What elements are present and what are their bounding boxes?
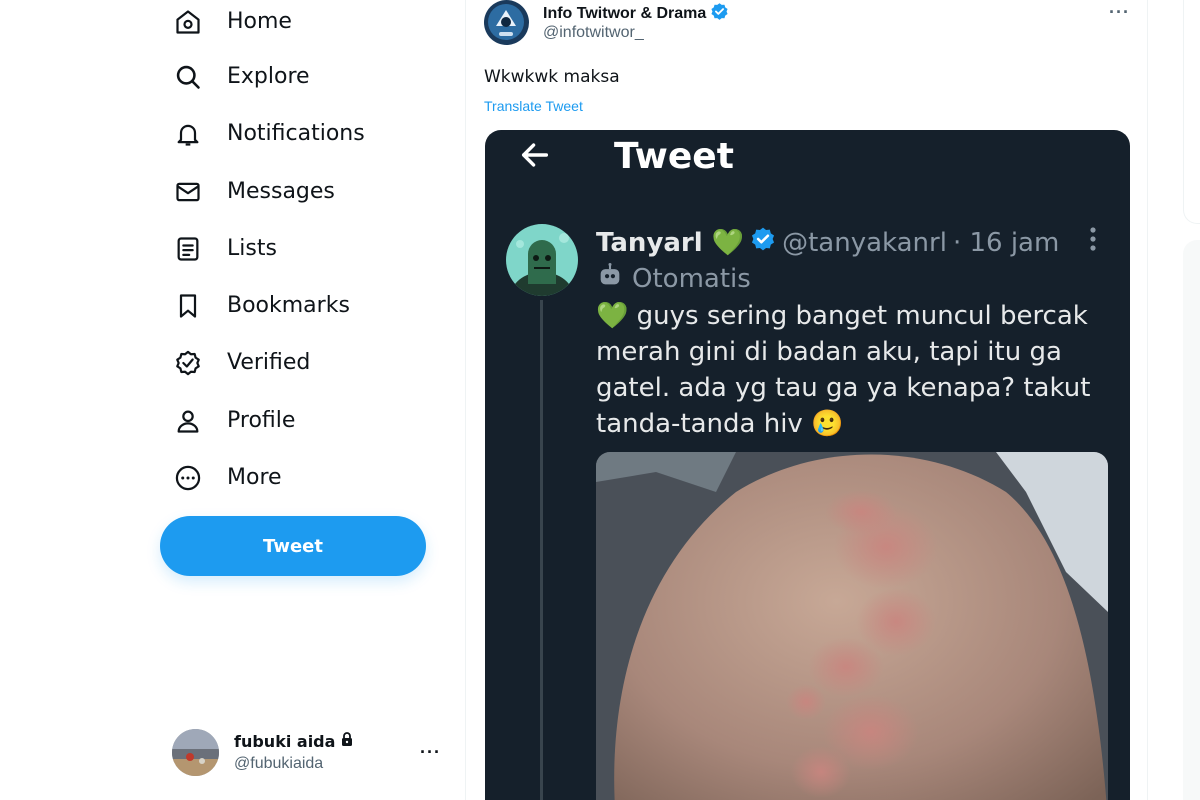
person-icon: [172, 405, 204, 437]
nav-label: Explore: [227, 64, 310, 89]
more-circle-icon: [172, 462, 204, 494]
nav-verified[interactable]: Verified: [172, 341, 310, 385]
list-icon: [172, 233, 204, 265]
kebab-menu-icon: [1089, 226, 1097, 252]
nav-profile[interactable]: Profile: [172, 399, 295, 443]
search-icon: [172, 61, 204, 93]
nav-more[interactable]: More: [172, 456, 282, 500]
author-avatar[interactable]: [484, 0, 529, 45]
robot-icon: [596, 261, 624, 296]
embedded-tweet-text: 💚 guys sering banget muncul bercak merah…: [596, 301, 1091, 439]
automated-text: Otomatis: [632, 263, 751, 294]
account-names: fubuki aida @fubukiaida: [234, 731, 355, 773]
embedded-title: Tweet: [614, 136, 734, 177]
account-switcher[interactable]: fubuki aida @fubukiaida ···: [172, 728, 452, 776]
embedded-author-handle: @tanyakanrl: [782, 227, 947, 258]
skin-rash-photo: [596, 452, 1108, 800]
embedded-timestamp: · 16 jam: [952, 227, 1060, 258]
tweet-text: Wkwkwk maksa: [484, 67, 620, 87]
verified-badge-icon: [710, 2, 729, 26]
tweet-header: Info Twitwor & Drama @infotwitwor_ ···: [484, 0, 1134, 50]
nav-messages[interactable]: Messages: [172, 170, 335, 214]
embedded-author-avatar: [506, 224, 578, 296]
automated-label: Otomatis: [596, 261, 751, 296]
account-name-row: fubuki aida: [234, 731, 355, 751]
mail-icon: [172, 176, 204, 208]
tweet-button[interactable]: Tweet: [160, 516, 426, 576]
nav-notifications[interactable]: Notifications: [172, 112, 365, 156]
nav-label: Bookmarks: [227, 293, 350, 318]
embedded-author-row: Tanyarl 💚 @tanyakanrl · 16 jam: [596, 226, 1059, 259]
avatar: [172, 728, 219, 776]
column-divider: [465, 0, 466, 800]
nav-label: Verified: [227, 350, 311, 375]
account-handle: @fubukiaida: [234, 755, 324, 772]
nav-home[interactable]: Home: [172, 0, 292, 44]
nav-explore[interactable]: Explore: [172, 55, 310, 99]
translate-tweet-link[interactable]: Translate Tweet: [484, 98, 583, 114]
column-divider: [1147, 0, 1148, 800]
author-name: Info Twitwor & Drama: [543, 5, 707, 22]
nav-label: More: [227, 465, 282, 490]
embedded-author-name: Tanyarl 💚: [596, 227, 745, 258]
tweet-more-icon[interactable]: ···: [1109, 2, 1130, 23]
embedded-screenshot[interactable]: Tweet Tanyarl 💚 @tanyakanrl · 16 jam Oto…: [485, 130, 1130, 800]
right-sidebar-card-edge: [1183, 240, 1200, 800]
nav-label: Lists: [227, 236, 277, 261]
nav-label: Notifications: [227, 121, 365, 146]
verified-badge-icon: [750, 226, 776, 259]
bookmark-icon: [172, 290, 204, 322]
nav-label: Messages: [227, 179, 335, 204]
nav-bookmarks[interactable]: Bookmarks: [172, 284, 350, 328]
back-arrow-icon: [518, 138, 552, 172]
author-name-row[interactable]: Info Twitwor & Drama: [543, 2, 729, 26]
lock-icon: [339, 731, 355, 751]
nav-label: Profile: [227, 408, 296, 433]
bell-icon: [172, 118, 204, 150]
account-name: fubuki aida: [234, 731, 336, 751]
left-sidebar: Home Explore Notifications Messages List…: [0, 0, 465, 800]
author-handle[interactable]: @infotwitwor_: [543, 24, 644, 42]
thread-line: [540, 300, 543, 800]
home-icon: [172, 6, 204, 38]
right-sidebar-card-edge: [1183, 0, 1200, 224]
nav-lists[interactable]: Lists: [172, 227, 277, 271]
nav-label: Home: [227, 9, 292, 34]
verified-badge-icon: [172, 347, 204, 379]
account-more-icon[interactable]: ···: [420, 742, 441, 763]
